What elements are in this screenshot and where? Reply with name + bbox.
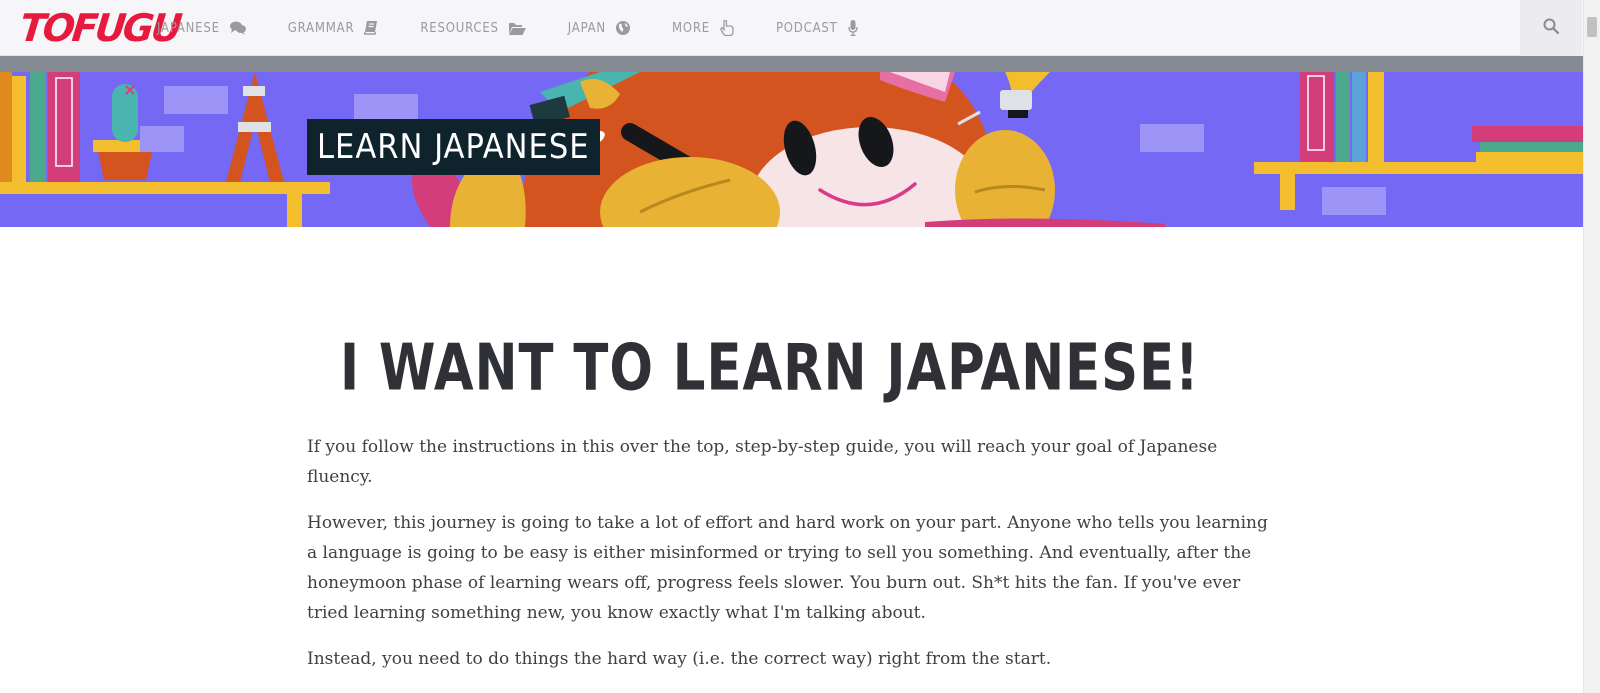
search-button[interactable] (1520, 0, 1582, 56)
banner-illustration (0, 72, 1583, 227)
banner-top-strip (0, 56, 1583, 72)
article-paragraph: However, this journey is going to take a… (307, 513, 1268, 623)
chat-bubbles-icon (229, 21, 246, 35)
nav-item-podcast[interactable]: PODCAST (776, 20, 858, 36)
nav-item-label: MORE (671, 20, 710, 36)
nav-item-label: PODCAST (775, 20, 838, 36)
page-title: I WANT TO LEARN JAPANESE! (340, 331, 1200, 406)
scrollbar-thumb[interactable] (1587, 17, 1597, 37)
main-nav: JAPANESE GRAMMAR RESOURCES JAPAN MORE PO… (157, 0, 900, 56)
top-navigation-bar: TOFUGU JAPANESE GRAMMAR RESOURCES JAPAN (0, 0, 1583, 56)
folder-open-icon (508, 22, 526, 35)
page-scrollbar[interactable] (1583, 0, 1600, 693)
nav-item-more[interactable]: MORE (672, 20, 734, 36)
pointing-hand-icon (720, 20, 734, 36)
nav-item-resources[interactable]: RESOURCES (420, 20, 526, 36)
book-icon (364, 21, 378, 35)
nav-item-japanese[interactable]: JAPANESE (157, 21, 246, 36)
article-paragraph: If you follow the instructions in this o… (307, 437, 1218, 487)
article-body: If you follow the instructions in this o… (307, 432, 1277, 690)
microphone-icon (847, 20, 858, 36)
nav-item-label: GRAMMAR (287, 20, 355, 36)
nav-item-label: RESOURCES (420, 20, 499, 36)
nav-item-label: JAPANESE (157, 20, 220, 36)
nav-item-grammar[interactable]: GRAMMAR (288, 21, 379, 36)
hero-banner: LEARN JAPANESE (0, 72, 1583, 227)
article-paragraph: Instead, you need to do things the hard … (307, 649, 1052, 669)
nav-item-label: JAPAN (567, 20, 606, 36)
nav-item-japan[interactable]: JAPAN (568, 21, 630, 36)
globe-icon (615, 21, 630, 35)
search-icon (1543, 18, 1560, 38)
banner-title: LEARN JAPANESE (307, 119, 600, 175)
